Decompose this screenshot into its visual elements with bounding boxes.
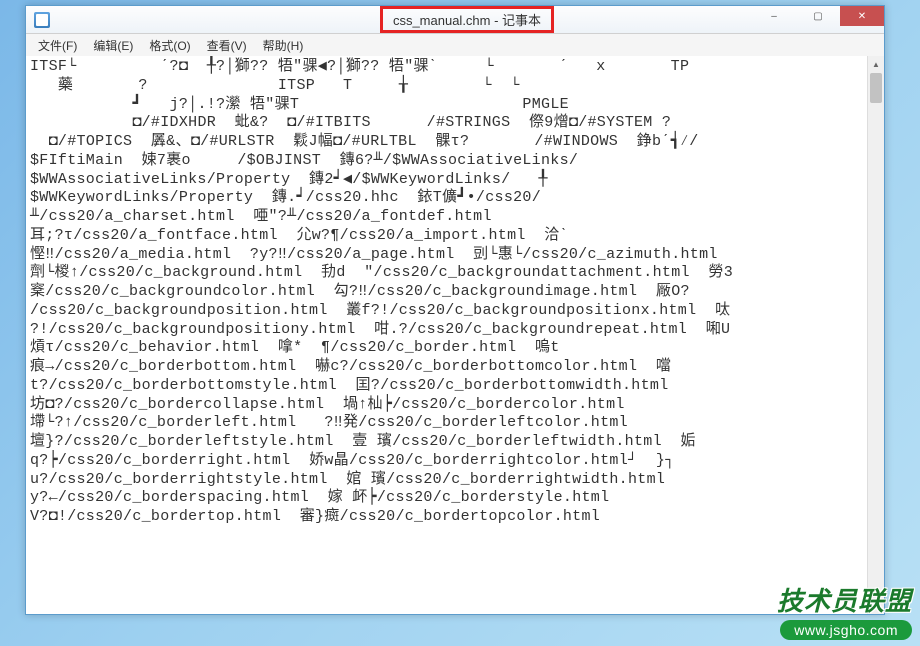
watermark-url: www.jsgho.com — [780, 620, 912, 640]
minimize-button[interactable]: – — [752, 6, 796, 26]
maximize-button[interactable]: ▢ — [796, 6, 840, 26]
window-controls: – ▢ ✕ — [752, 6, 884, 26]
scroll-thumb[interactable] — [870, 73, 882, 103]
menu-format[interactable]: 格式(O) — [141, 35, 198, 56]
content-area: ITSF└ ˊ?◘ ╀?│獅?? 牾"骒◀?│獅?? 牾"骒ˋ └ ˊ x TP… — [26, 56, 884, 614]
watermark: 技术员联盟 www.jsgho.com — [777, 581, 912, 640]
text-editor[interactable]: ITSF└ ˊ?◘ ╀?│獅?? 牾"骒◀?│獅?? 牾"骒ˋ └ ˊ x TP… — [26, 56, 867, 614]
menubar: 文件(F) 编辑(E) 格式(O) 查看(V) 帮助(H) — [26, 34, 884, 56]
title-highlight: css_manual.chm - 记事本 — [380, 6, 554, 33]
scroll-up-button[interactable]: ▲ — [868, 56, 884, 73]
notepad-window: css_manual.chm - 记事本 – ▢ ✕ 文件(F) 编辑(E) 格… — [25, 5, 885, 615]
titlebar[interactable]: css_manual.chm - 记事本 – ▢ ✕ — [26, 6, 884, 34]
menu-file[interactable]: 文件(F) — [30, 35, 85, 56]
scroll-track[interactable] — [868, 73, 884, 597]
notepad-icon — [34, 12, 50, 28]
menu-edit[interactable]: 编辑(E) — [85, 35, 141, 56]
menu-view[interactable]: 查看(V) — [199, 35, 255, 56]
close-button[interactable]: ✕ — [840, 6, 884, 26]
watermark-brand: 技术员联盟 — [777, 581, 912, 618]
vertical-scrollbar[interactable]: ▲ ▼ — [867, 56, 884, 614]
menu-help[interactable]: 帮助(H) — [255, 35, 312, 56]
